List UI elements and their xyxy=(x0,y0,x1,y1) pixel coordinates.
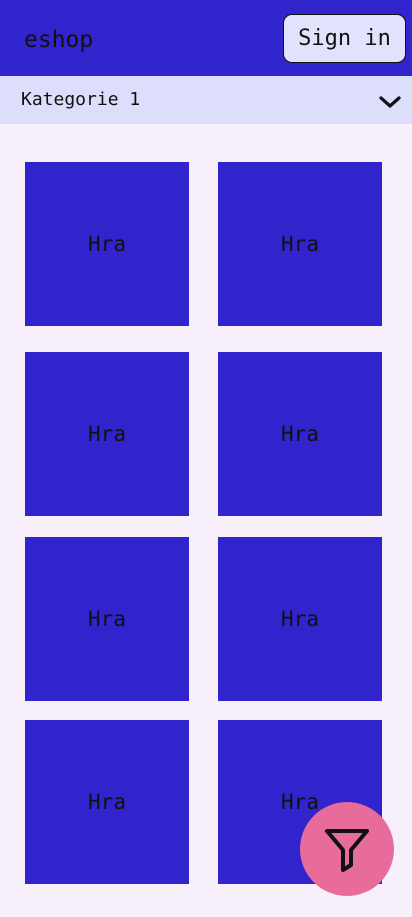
product-tile[interactable]: Hra xyxy=(218,537,382,701)
product-tile[interactable]: Hra xyxy=(218,162,382,326)
product-tile[interactable]: Hra xyxy=(25,720,189,884)
product-tile-label: Hra xyxy=(281,232,319,256)
product-tile[interactable]: Hra xyxy=(25,537,189,701)
app-screen: eshop Sign in Kategorie 1 Hra Hra Hra Hr… xyxy=(0,0,412,917)
product-tile-label: Hra xyxy=(88,790,126,814)
product-tile[interactable]: Hra xyxy=(25,352,189,516)
product-tile-label: Hra xyxy=(88,422,126,446)
product-tile[interactable]: Hra xyxy=(25,162,189,326)
category-dropdown[interactable]: Kategorie 1 xyxy=(0,76,412,124)
product-tile-label: Hra xyxy=(281,607,319,631)
product-tile-label: Hra xyxy=(88,232,126,256)
top-app-bar: eshop Sign in xyxy=(0,0,412,76)
category-selected-label: Kategorie 1 xyxy=(21,89,141,110)
filter-fab-button[interactable] xyxy=(300,802,394,896)
filter-icon xyxy=(325,829,369,872)
sign-in-button[interactable]: Sign in xyxy=(283,14,406,63)
product-tile-label: Hra xyxy=(281,422,319,446)
chevron-down-icon xyxy=(379,96,401,108)
brand-title: eshop xyxy=(24,27,94,53)
product-tile-label: Hra xyxy=(88,607,126,631)
product-tile[interactable]: Hra xyxy=(218,352,382,516)
